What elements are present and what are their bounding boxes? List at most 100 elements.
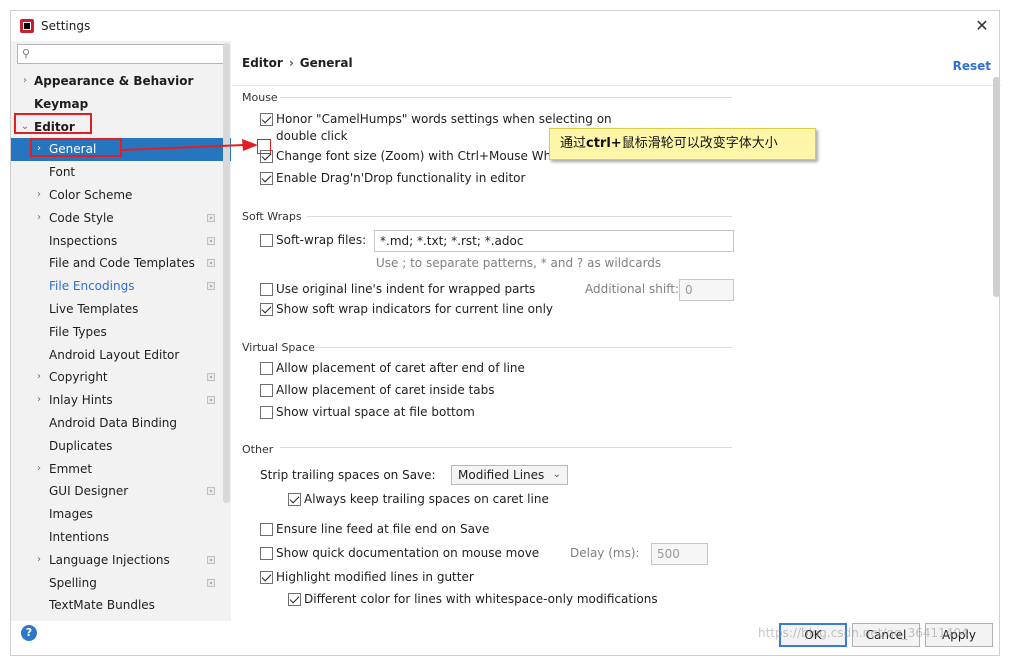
soft-wrap-files-input[interactable]: *.md; *.txt; *.rst; *.adoc [374,230,734,252]
help-icon[interactable]: ? [21,625,37,641]
tree-item-gui-designer[interactable]: GUI Designer [11,480,231,503]
strip-spaces-dropdown[interactable]: Modified Lines ⌄ [451,465,568,485]
tree-item-label: Live Templates [49,301,139,316]
project-scope-icon [207,578,215,587]
tree-item-color-scheme[interactable]: › Color Scheme [11,184,231,207]
section-title-mouse: Mouse [242,91,278,104]
tree-item-label: File Encodings [49,279,135,294]
tree-item-spelling[interactable]: Spelling [11,572,231,595]
original-indent-checkbox[interactable] [260,283,273,296]
wrap-indicators-checkbox[interactable] [260,303,273,316]
tree-item-file-code-templates[interactable]: File and Code Templates [11,252,231,275]
caret-inside-tabs-checkbox[interactable] [260,384,273,397]
caret-after-end-label: Allow placement of caret after end of li… [276,361,525,375]
tree-item-images[interactable]: Images [11,503,231,526]
drag-drop-label: Enable Drag'n'Drop functionality in edit… [276,171,526,185]
tree-item-label: TextMate Bundles [49,598,155,613]
virtual-space-bottom-checkbox[interactable] [260,406,273,419]
chevron-right-icon[interactable]: › [19,70,31,93]
tree-item-appearance[interactable]: › Appearance & Behavior [11,70,231,93]
zoom-ctrl-wheel-label: Change font size (Zoom) with Ctrl+Mouse … [276,149,570,163]
tree-item-file-types[interactable]: File Types [11,321,231,344]
caret-after-end-checkbox[interactable] [260,362,273,375]
tree-item-language-injections[interactable]: › Language Injections [11,549,231,572]
tree-item-emmet[interactable]: › Emmet [11,458,231,481]
tree-item-label: Spelling [49,575,97,590]
project-scope-icon [207,555,215,564]
tree-item-font[interactable]: Font [11,161,231,184]
tree-item-textmate-bundles[interactable]: TextMate Bundles [11,594,231,617]
drag-drop-checkbox[interactable] [260,172,273,185]
chevron-right-icon[interactable]: › [33,549,45,572]
keep-trailing-checkbox[interactable] [288,493,301,506]
annotation-box-zoom-checkbox [257,139,271,154]
line-feed-checkbox[interactable] [260,523,273,536]
keep-trailing-label: Always keep trailing spaces on caret lin… [304,492,549,506]
tree-item-code-style[interactable]: › Code Style [11,207,231,230]
chevron-right-icon[interactable]: › [33,458,45,481]
tree-item-label: Color Scheme [49,187,133,202]
intellij-logo-icon [20,19,34,33]
sidebar-scrollbar[interactable] [223,43,230,503]
virtual-space-bottom-label: Show virtual space at file bottom [276,405,475,419]
highlight-modified-checkbox[interactable] [260,571,273,584]
tree-item-file-encodings[interactable]: File Encodings [11,275,231,298]
caret-inside-tabs-label: Allow placement of caret inside tabs [276,383,495,397]
line-feed-label: Ensure line feed at file end on Save [276,522,490,536]
tree-item-android-data-binding[interactable]: Android Data Binding [11,412,231,435]
annotation-arrow [121,139,258,151]
tree-item-label: Intentions [49,529,110,544]
camelhumps-checkbox[interactable] [260,113,273,126]
tree-item-duplicates[interactable]: Duplicates [11,435,231,458]
chevron-down-icon: ⌄ [552,469,561,480]
quick-doc-label: Show quick documentation on mouse move [276,546,540,560]
callout-prefix: 通过 [560,136,587,151]
highlight-modified-label: Highlight modified lines in gutter [276,570,474,584]
chevron-right-icon[interactable]: › [33,389,45,412]
tree-item-label: Emmet [49,461,93,476]
tree-item-copyright[interactable]: › Copyright [11,366,231,389]
project-scope-icon [207,213,215,222]
reset-link[interactable]: Reset [953,59,991,73]
tree-item-label: Images [49,507,93,522]
additional-shift-label: Additional shift: [585,282,680,296]
project-scope-icon [207,236,215,245]
camelhumps-label: Honor "CamelHumps" words settings when s… [276,112,612,126]
chevron-right-icon[interactable]: › [33,207,45,230]
project-scope-icon [207,373,215,382]
tree-item-label: File and Code Templates [49,256,195,271]
search-input[interactable]: ⚲ [17,44,225,64]
close-button[interactable]: ✕ [971,15,993,37]
chevron-right-icon[interactable]: › [33,184,45,207]
window-title: Settings [41,19,91,33]
header-divider [232,85,1001,86]
project-scope-icon [207,259,215,268]
breadcrumb-separator: › [288,56,294,70]
tree-item-label: Inspections [49,233,118,248]
tree-item-live-templates[interactable]: Live Templates [11,298,231,321]
settings-window: Settings ✕ ⚲ › Appearance & Behavior Key… [10,10,1001,656]
annotation-box-editor [14,113,92,134]
tree-item-inspections[interactable]: Inspections [11,230,231,253]
quick-doc-checkbox[interactable] [260,547,273,560]
tree-item-inlay-hints[interactable]: › Inlay Hints [11,389,231,412]
section-divider [307,216,732,217]
breadcrumb: Editor › General [242,56,353,70]
soft-wrap-files-checkbox[interactable] [260,234,273,247]
additional-shift-input[interactable]: 0 [679,279,734,301]
project-scope-icon [207,396,215,405]
tree-item-android-layout-editor[interactable]: Android Layout Editor [11,344,231,367]
tree-item-label: Android Layout Editor [49,347,180,362]
delay-input[interactable]: 500 [651,543,708,565]
whitespace-color-label: Different color for lines with whitespac… [304,592,658,606]
chevron-right-icon[interactable]: › [33,366,45,389]
original-indent-label: Use original line's indent for wrapped p… [276,282,536,296]
annotation-box-general [30,138,122,157]
tree-item-intentions[interactable]: Intentions [11,526,231,549]
content-scrollbar[interactable] [993,77,1000,297]
whitespace-color-checkbox[interactable] [288,593,301,606]
project-scope-icon [207,487,215,496]
section-title-other: Other [242,443,274,456]
breadcrumb-general: General [299,56,353,70]
tree-item-label: Android Data Binding [49,415,178,430]
